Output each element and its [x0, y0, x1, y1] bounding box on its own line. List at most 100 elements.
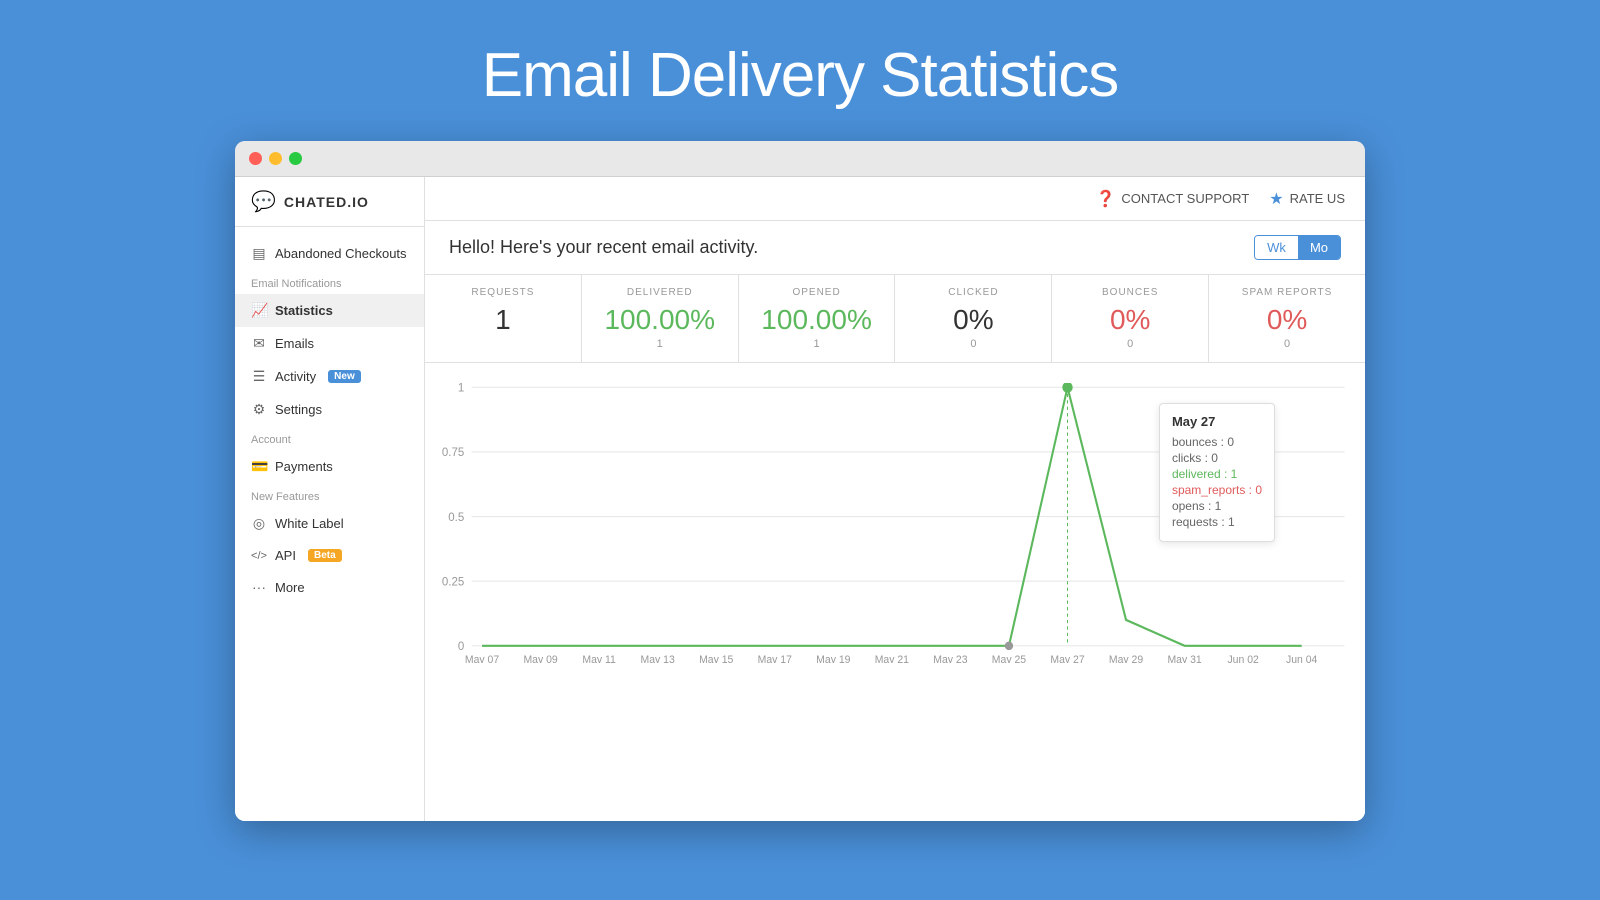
- contact-support-label: CONTACT SUPPORT: [1121, 191, 1249, 206]
- stat-opened: OPENED 100.00% 1: [739, 275, 896, 362]
- chart-area: 1 0.75 0.5 0.25 0 May 07 May 09: [425, 363, 1365, 821]
- rate-us-label: RATE US: [1290, 191, 1345, 206]
- svg-text:May 15: May 15: [699, 654, 733, 663]
- stat-spam: SPAM REPORTS 0% 0: [1209, 275, 1365, 362]
- svg-text:May 25: May 25: [992, 654, 1026, 663]
- svg-text:May 11: May 11: [582, 654, 616, 663]
- chart-container: 1 0.75 0.5 0.25 0 May 07 May 09: [435, 383, 1355, 663]
- stat-clicked: CLICKED 0% 0: [895, 275, 1052, 362]
- maximize-button[interactable]: [289, 152, 302, 165]
- stat-clicked-value: 0%: [911, 304, 1035, 336]
- stat-bounces-sub: 0: [1068, 338, 1192, 350]
- stat-clicked-sub: 0: [911, 338, 1035, 350]
- tooltip-opens: opens : 1: [1172, 499, 1262, 513]
- stat-bounces-label: BOUNCES: [1068, 287, 1192, 298]
- sidebar-item-more[interactable]: ··· More: [235, 571, 424, 603]
- sidebar-item-label: Activity: [275, 369, 316, 384]
- sidebar-item-white-label[interactable]: ◎ White Label: [235, 507, 424, 540]
- stat-opened-value: 100.00%: [755, 304, 879, 336]
- sidebar-nav: ▤ Abandoned Checkouts Email Notification…: [235, 227, 424, 821]
- white-label-icon: ◎: [251, 515, 267, 532]
- contact-support-button[interactable]: ❓ CONTACT SUPPORT: [1095, 189, 1249, 209]
- sidebar-item-label: Emails: [275, 336, 314, 351]
- page-title: Email Delivery Statistics: [482, 40, 1118, 111]
- svg-text:May 29: May 29: [1109, 654, 1143, 663]
- support-icon: ❓: [1095, 189, 1115, 209]
- svg-text:May 27: May 27: [1050, 654, 1084, 663]
- sidebar-item-label: Abandoned Checkouts: [275, 246, 407, 261]
- minimize-button[interactable]: [269, 152, 282, 165]
- stat-requests: REQUESTS 1: [425, 275, 582, 362]
- close-button[interactable]: [249, 152, 262, 165]
- activity-new-badge: New: [328, 370, 361, 383]
- svg-text:May 09: May 09: [523, 654, 557, 663]
- stat-spam-value: 0%: [1225, 304, 1349, 336]
- header-right: ❓ CONTACT SUPPORT ★ RATE US: [635, 189, 1345, 209]
- stat-bounces: BOUNCES 0% 0: [1052, 275, 1209, 362]
- period-wk-button[interactable]: Wk: [1255, 236, 1298, 259]
- stat-spam-sub: 0: [1225, 338, 1349, 350]
- svg-text:0: 0: [458, 640, 465, 653]
- stat-delivered-value: 100.00%: [598, 304, 722, 336]
- sidebar-item-label: Payments: [275, 459, 333, 474]
- tooltip-spam: spam_reports : 0: [1172, 483, 1262, 497]
- more-icon: ···: [251, 579, 267, 595]
- new-features-section: New Features: [235, 483, 424, 507]
- stat-requests-value: 1: [441, 304, 565, 336]
- stats-grid: REQUESTS 1 DELIVERED 100.00% 1 OPENED 10…: [425, 275, 1365, 363]
- svg-text:0.5: 0.5: [448, 511, 464, 524]
- sidebar-item-api[interactable]: </> API Beta: [235, 540, 424, 571]
- app-window: 💬 CHATED.IO ▤ Abandoned Checkouts Email …: [235, 141, 1365, 821]
- stat-opened-sub: 1: [755, 338, 879, 350]
- stat-bounces-value: 0%: [1068, 304, 1192, 336]
- stat-delivered-sub: 1: [598, 338, 722, 350]
- sidebar-item-label: White Label: [275, 516, 344, 531]
- payments-icon: 💳: [251, 458, 267, 475]
- logo-icon: 💬: [251, 189, 276, 214]
- period-toggle: Wk Mo: [1254, 235, 1341, 260]
- star-icon: ★: [1269, 189, 1283, 209]
- stat-delivered: DELIVERED 100.00% 1: [582, 275, 739, 362]
- stat-spam-label: SPAM REPORTS: [1225, 287, 1349, 298]
- svg-text:May 23: May 23: [933, 654, 967, 663]
- sidebar-item-statistics[interactable]: 📈 Statistics: [235, 294, 424, 327]
- sidebar-item-abandoned-checkouts[interactable]: ▤ Abandoned Checkouts: [235, 237, 424, 270]
- tooltip-clicks: clicks : 0: [1172, 451, 1262, 465]
- sidebar-item-emails[interactable]: ✉ Emails: [235, 327, 424, 360]
- app-body: 💬 CHATED.IO ▤ Abandoned Checkouts Email …: [235, 177, 1365, 821]
- svg-text:May 21: May 21: [875, 654, 909, 663]
- tooltip-delivered: delivered : 1: [1172, 467, 1262, 481]
- svg-text:Jun 02: Jun 02: [1227, 654, 1258, 663]
- sidebar-item-label: Settings: [275, 402, 322, 417]
- stat-opened-label: OPENED: [755, 287, 879, 298]
- svg-text:May 07: May 07: [465, 654, 499, 663]
- traffic-lights: [249, 152, 302, 165]
- greeting-text: Hello! Here's your recent email activity…: [449, 237, 758, 258]
- sidebar-item-label: More: [275, 580, 305, 595]
- rate-us-button[interactable]: ★ RATE US: [1269, 189, 1345, 209]
- settings-icon: ⚙: [251, 401, 267, 418]
- sidebar-item-settings[interactable]: ⚙ Settings: [235, 393, 424, 426]
- emails-icon: ✉: [251, 335, 267, 352]
- tooltip-date: May 27: [1172, 414, 1262, 429]
- sidebar-item-payments[interactable]: 💳 Payments: [235, 450, 424, 483]
- api-beta-badge: Beta: [308, 549, 342, 562]
- stat-requests-label: REQUESTS: [441, 287, 565, 298]
- tooltip-bounces: bounces : 0: [1172, 435, 1262, 449]
- sidebar-item-activity[interactable]: ☰ Activity New: [235, 360, 424, 393]
- sidebar-item-label: API: [275, 548, 296, 563]
- svg-text:May 31: May 31: [1167, 654, 1201, 663]
- sidebar-header: 💬 CHATED.IO: [235, 177, 424, 227]
- svg-text:May 13: May 13: [641, 654, 675, 663]
- titlebar: [235, 141, 1365, 177]
- chart-tooltip: May 27 bounces : 0 clicks : 0 delivered …: [1159, 403, 1275, 542]
- email-notifications-section: Email Notifications: [235, 270, 424, 294]
- abandoned-checkouts-icon: ▤: [251, 245, 267, 262]
- content-header: Hello! Here's your recent email activity…: [425, 221, 1365, 275]
- sidebar: 💬 CHATED.IO ▤ Abandoned Checkouts Email …: [235, 177, 425, 821]
- sidebar-item-label: Statistics: [275, 303, 333, 318]
- svg-text:0.25: 0.25: [442, 575, 464, 588]
- period-mo-button[interactable]: Mo: [1298, 236, 1340, 259]
- svg-text:0.75: 0.75: [442, 446, 464, 459]
- stat-delivered-label: DELIVERED: [598, 287, 722, 298]
